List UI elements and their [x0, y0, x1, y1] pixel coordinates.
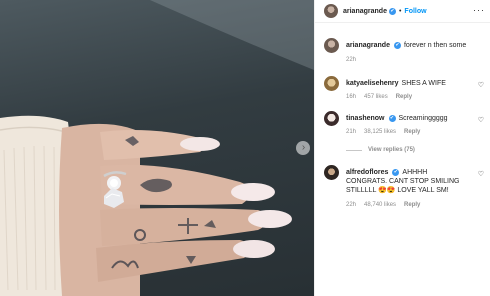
next-photo-button[interactable]: › — [296, 141, 310, 155]
post-side-panel: arianagrande ✔ • Follow ··· arianagrande… — [314, 0, 490, 296]
comment-meta: 16h 457 likes Reply — [346, 94, 412, 100]
post-caption: arianagrande ✔ forever n then some 22h — [324, 38, 484, 68]
like-heart-icon[interactable]: ♡ — [478, 170, 484, 178]
caption-text: forever n then some — [403, 42, 467, 49]
commenter-avatar[interactable] — [324, 165, 339, 180]
more-options-icon[interactable]: ··· — [473, 5, 485, 15]
comment-text: Screaminggggg — [398, 115, 448, 122]
author-avatar[interactable] — [324, 4, 338, 18]
caption-meta: 22h — [346, 57, 356, 63]
comment-username[interactable]: alfredoflores — [346, 169, 388, 176]
header-divider — [315, 22, 490, 23]
chevron-right-icon: › — [301, 142, 306, 153]
comment-age: 21h — [346, 129, 357, 135]
caption-username[interactable]: arianagrande — [346, 42, 390, 49]
commenter-avatar[interactable] — [324, 76, 339, 91]
comment-username[interactable]: katyaelisehenry — [346, 80, 399, 87]
caption-avatar[interactable] — [324, 38, 339, 53]
comments-fade — [315, 284, 490, 296]
verified-badge-icon: ✔ — [393, 41, 401, 49]
instagram-post: › arianagrande ✔ • Follow ··· arianagran… — [0, 0, 490, 296]
verified-badge-icon: ✔ — [392, 168, 400, 176]
caption-body: arianagrande ✔ forever n then some — [346, 41, 468, 50]
like-heart-icon[interactable]: ♡ — [478, 116, 484, 124]
hand-with-ring-image — [0, 0, 314, 296]
comment-item: katyaelisehenry SHES A WIFE 16h 457 likes… — [324, 76, 484, 104]
commenter-avatar[interactable] — [324, 111, 339, 126]
comment-body: tinashenow ✔ Screaminggggg — [346, 114, 468, 123]
comment-likes[interactable]: 38,125 likes — [364, 129, 396, 135]
verified-badge-icon: ✔ — [388, 7, 396, 15]
reply-button[interactable]: Reply — [396, 94, 412, 100]
verified-badge-icon: ✔ — [388, 114, 396, 122]
comment-likes[interactable]: 457 likes — [364, 94, 388, 100]
reply-button[interactable]: Reply — [404, 202, 420, 208]
caption-age: 22h — [346, 57, 357, 63]
comment-meta: 21h 38,125 likes Reply — [346, 129, 420, 135]
replies-line — [346, 149, 362, 151]
author-username[interactable]: arianagrande — [343, 8, 387, 15]
reply-button[interactable]: Reply — [404, 129, 420, 135]
comment-body: katyaelisehenry SHES A WIFE — [346, 79, 468, 88]
comment-meta: 22h 48,740 likes Reply — [346, 202, 420, 208]
comment-age: 16h — [346, 94, 357, 100]
comment-likes[interactable]: 48,740 likes — [364, 202, 396, 208]
separator-dot: • — [398, 7, 402, 15]
like-heart-icon[interactable]: ♡ — [478, 81, 484, 89]
comment-item: alfredoflores ✔ AHHHH CONGRATS. CANT STOP … — [324, 165, 484, 215]
comment-body: alfredoflores ✔ AHHHH CONGRATS. CANT STOP … — [346, 168, 468, 195]
follow-button[interactable]: Follow — [404, 8, 426, 15]
view-replies-label: View replies (75) — [368, 147, 415, 153]
comment-username[interactable]: tinashenow — [346, 115, 385, 122]
post-header: arianagrande ✔ • Follow ··· — [315, 0, 490, 22]
post-photo[interactable]: › — [0, 0, 314, 296]
comment-age: 22h — [346, 202, 357, 208]
comment-item: tinashenow ✔ Screaminggggg 21h 38,125 like… — [324, 111, 484, 157]
view-replies-button[interactable]: View replies (75) — [346, 147, 415, 153]
comment-text: SHES A WIFE — [401, 80, 446, 87]
